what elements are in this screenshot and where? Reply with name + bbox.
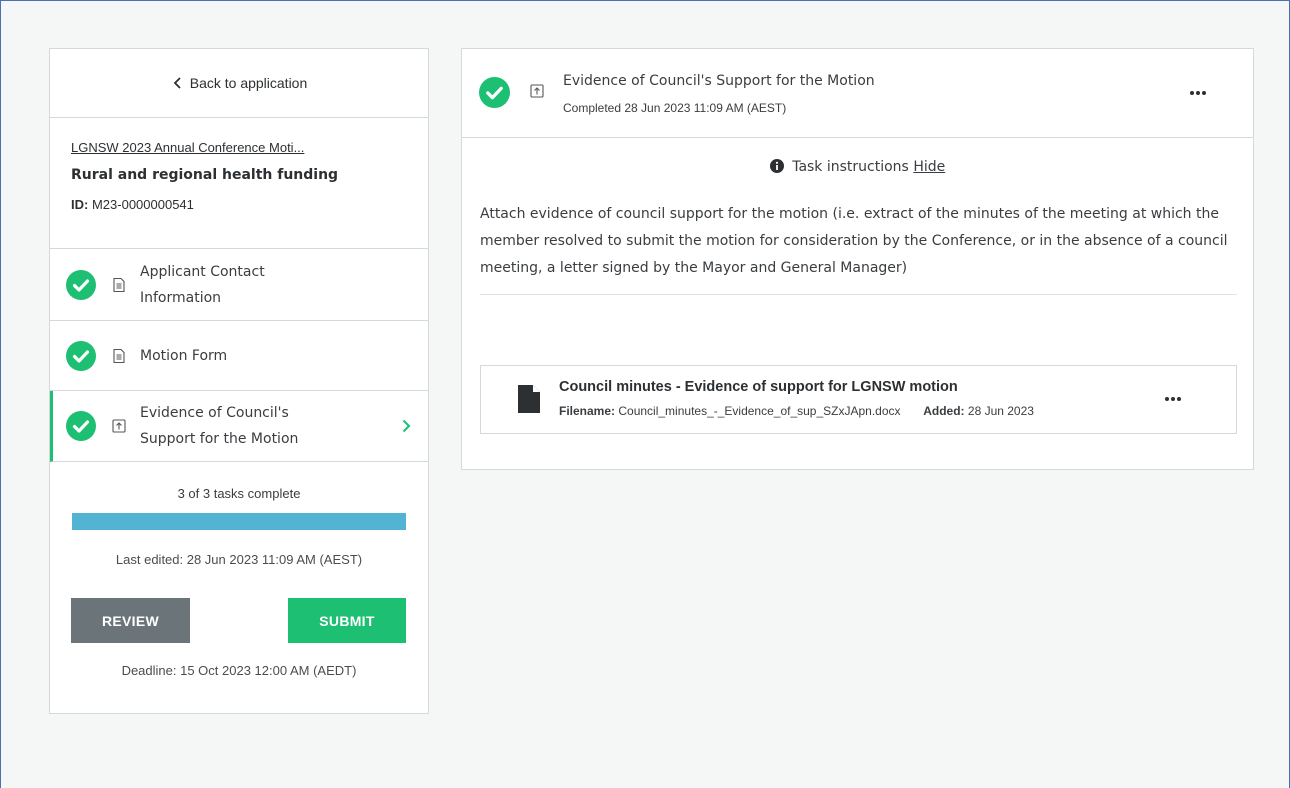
file-meta: Filename: Council_minutes_-_Evidence_of_… [559,404,1034,418]
more-options-icon[interactable] [1188,89,1208,97]
added-value: 28 Jun 2023 [967,404,1034,418]
application-id: ID: M23-0000000541 [71,197,407,212]
hide-instructions-link[interactable]: Hide [913,159,945,175]
task-instructions-text: Attach evidence of council support for t… [480,206,1228,276]
check-circle-icon [66,411,96,441]
info-icon [769,159,784,173]
chevron-right-icon [402,419,411,433]
chevron-left-icon [173,77,181,89]
filename-value: Council_minutes_-_Evidence_of_sup_SZxJAp… [618,404,901,418]
sidebar-item-motion-form[interactable]: Motion Form [50,321,428,391]
check-circle-icon [66,269,96,300]
sidebar-item-label: Motion Form [140,347,228,364]
sidebar-item-evidence-support[interactable]: Evidence of Council's Support for the Mo… [50,391,428,462]
submit-button[interactable]: SUBMIT [288,598,406,643]
task-panel: Evidence of Council's Support for the Mo… [461,48,1254,470]
progress-bar [72,513,406,530]
action-buttons: REVIEW SUBMIT [50,598,428,643]
application-sidebar: Back to application LGNSW 2023 Annual Co… [49,48,429,714]
uploaded-file-card[interactable]: Council minutes - Evidence of support fo… [480,365,1237,434]
progress-text: 3 of 3 tasks complete [177,486,301,501]
application-form-link[interactable]: LGNSW 2023 Annual Conference Moti... [71,140,341,155]
application-title: Rural and regional health funding [71,167,339,183]
filename-label: Filename: [559,404,616,418]
back-label: Back to application [189,75,308,91]
check-circle-icon [479,77,510,108]
last-edited: Last edited: 28 Jun 2023 11:09 AM (AEST) [115,552,363,567]
upload-icon [112,419,126,433]
sidebar-item-label: Applicant Contact Information [140,263,265,306]
document-icon [113,348,125,363]
application-id-value: M23-0000000541 [91,197,194,212]
task-status: Completed 28 Jun 2023 11:09 AM (AEST) [563,101,787,115]
deadline: Deadline: 15 Oct 2023 12:00 AM (AEDT) [121,663,357,678]
document-icon [113,277,125,292]
upload-icon [530,84,544,98]
progress-bar-fill [72,513,406,530]
added-label: Added: [923,404,965,418]
file-more-options-icon[interactable] [1163,395,1183,403]
check-circle-icon [66,340,96,371]
back-to-application-link[interactable]: Back to application [50,49,428,118]
task-instructions-header: Task instructions Hide [462,159,1253,175]
file-title: Council minutes - Evidence of support fo… [559,379,958,395]
task-title: Evidence of Council's Support for the Mo… [563,73,875,89]
task-header: Evidence of Council's Support for the Mo… [462,49,1253,138]
file-icon [518,385,540,413]
progress-section: 3 of 3 tasks complete Last edited: 28 Ju… [50,462,428,678]
review-button[interactable]: REVIEW [71,598,190,643]
application-id-label: ID: [71,197,89,212]
sidebar-item-label: Evidence of Council's Support for the Mo… [140,405,299,447]
task-instructions-label: Task instructions [792,159,909,175]
application-summary: LGNSW 2023 Annual Conference Moti... Rur… [50,118,428,249]
divider [480,294,1237,295]
sidebar-item-applicant-contact[interactable]: Applicant Contact Information [50,249,428,321]
